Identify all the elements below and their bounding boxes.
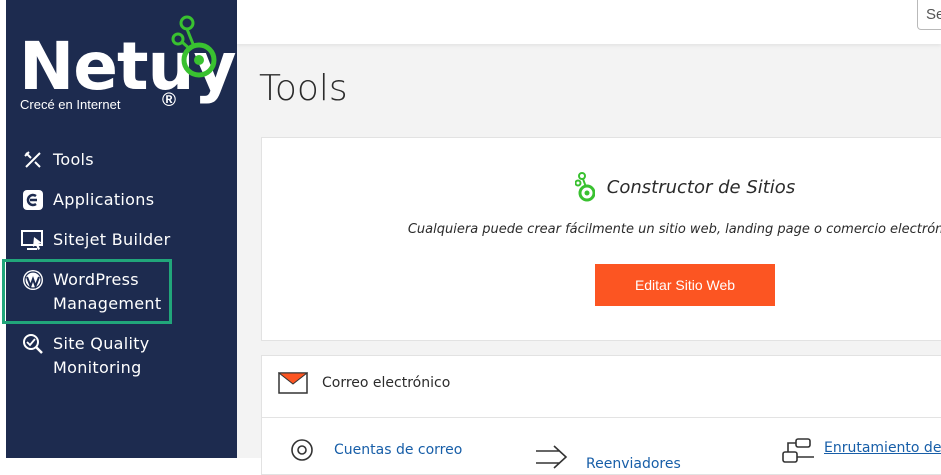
sidebar-item-label: Sitejet Builder: [53, 230, 171, 249]
tool-email-routing[interactable]: Enrutamiento de: [782, 438, 941, 464]
logo-molecule-icon: [171, 15, 217, 78]
email-panel: Correo electrónico Cuentas de correo Ree…: [261, 355, 941, 475]
main-content: Tools Constructor de Sitios Cualquiera p…: [237, 44, 941, 475]
sidebar-item-label: Applications: [53, 190, 155, 209]
email-panel-title: Correo electrónico: [322, 375, 451, 391]
sidebar-item-site-quality-monitoring[interactable]: Site Quality Monitoring: [20, 332, 150, 380]
edit-website-button[interactable]: Editar Sitio Web: [595, 264, 775, 306]
site-builder-title: Constructor de Sitios: [606, 176, 796, 198]
tools-icon: [20, 148, 46, 172]
site-builder-header: Constructor de Sitios: [262, 172, 941, 202]
email-routing-icon: [782, 438, 814, 463]
sidebar: Netuy ® Crecé en Internet Tools Applicat…: [6, 0, 237, 458]
site-builder-panel: Constructor de Sitios Cualquiera puede c…: [261, 137, 941, 341]
tool-forwarders[interactable]: Reenviadores: [534, 442, 681, 472]
tool-label: Reenviadores: [586, 456, 681, 472]
logo-tagline: Crecé en Internet: [20, 97, 121, 112]
highlight-box: [2, 259, 172, 324]
sidebar-item-label: Site Quality Monitoring: [53, 334, 150, 377]
tool-label: Cuentas de correo: [334, 442, 463, 458]
sidebar-item-label: Tools: [53, 150, 94, 169]
divider: [262, 417, 941, 418]
top-bar: Se: [237, 0, 941, 44]
netuy-logo[interactable]: Netuy ® Crecé en Internet: [19, 14, 237, 124]
tool-label: Enrutamiento de: [824, 440, 941, 456]
sitejet-icon: [20, 228, 46, 252]
email-accounts-icon: [291, 439, 313, 461]
site-builder-icon: [574, 172, 595, 202]
page-title: Tools: [259, 68, 348, 109]
logo-registered-mark: ®: [162, 90, 176, 111]
site-quality-icon: [20, 332, 46, 356]
tool-email-accounts[interactable]: Cuentas de correo: [290, 438, 462, 462]
site-builder-description: Cualquiera puede crear fácilmente un sit…: [407, 222, 941, 237]
sidebar-item-tools[interactable]: Tools: [20, 148, 94, 172]
sidebar-item-applications[interactable]: Applications: [20, 188, 154, 212]
email-panel-header[interactable]: Correo electrónico: [278, 372, 450, 394]
sidebar-item-sitejet-builder[interactable]: Sitejet Builder: [20, 228, 170, 252]
envelope-icon: [278, 372, 308, 394]
search-input[interactable]: Se: [917, 0, 941, 30]
applications-icon: [20, 188, 46, 212]
forwarders-icon: [536, 445, 568, 469]
